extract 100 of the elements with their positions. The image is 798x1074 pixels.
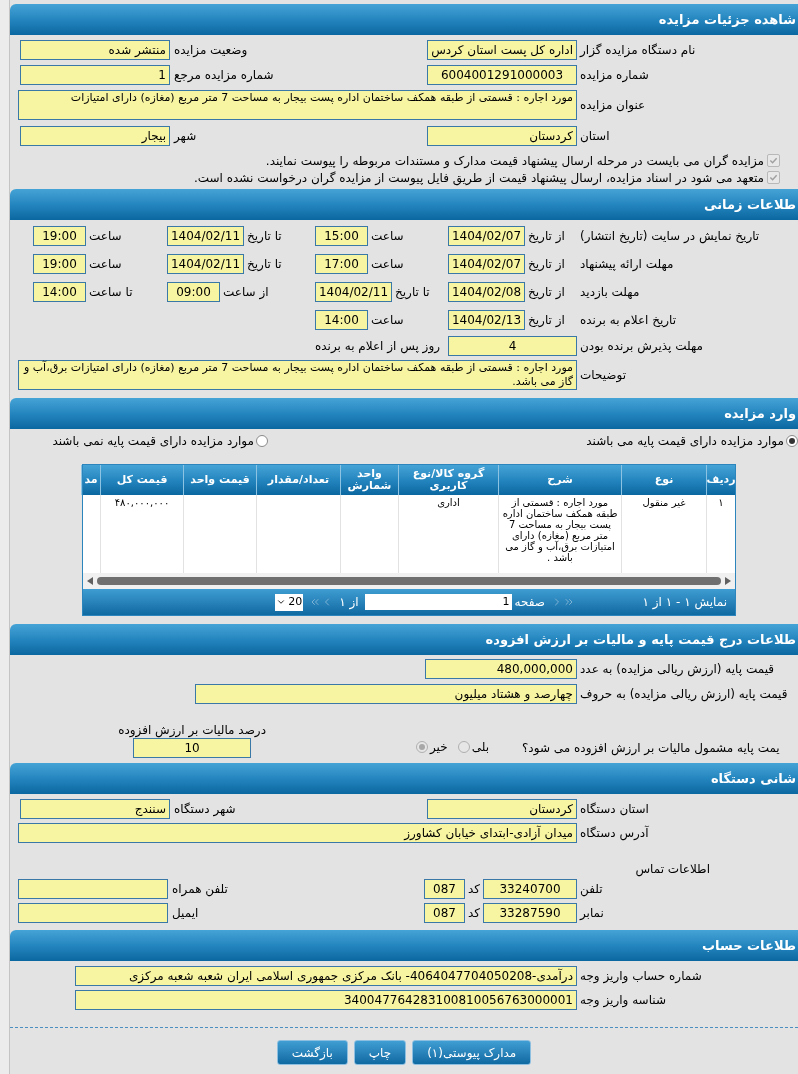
field-label: از ساعت — [222, 284, 269, 300]
field-label: کد — [467, 905, 481, 921]
text-field[interactable]: کردستان — [427, 126, 577, 146]
field-label: استان دستگاه — [579, 801, 650, 817]
text-field[interactable]: 09:00 — [167, 282, 220, 302]
text-field[interactable]: منتشر شده — [20, 40, 170, 60]
table-cell: اداری — [437, 497, 460, 508]
text-field[interactable]: سنندج — [20, 799, 170, 819]
field-label: ساعت — [88, 228, 122, 244]
table-cell: ۱ — [718, 497, 724, 508]
action-button[interactable]: مدارک پیوستی(۱) — [412, 1040, 532, 1065]
text-field[interactable]: بیجار — [20, 126, 170, 146]
text-field[interactable]: 1404/02/11 — [315, 282, 392, 302]
field-label: ساعت — [370, 312, 404, 328]
text-field[interactable]: 14:00 — [33, 282, 86, 302]
field-label: ساعت — [370, 228, 404, 244]
text-field[interactable]: درآمدی-4064047704050208- بانک مرکزی جمهوری اسلامی ایران شعبه شعبه مرکزی — [75, 966, 577, 986]
field-label: تا تاریخ — [246, 228, 282, 244]
action-button[interactable]: چاپ — [353, 1040, 407, 1065]
radio-button[interactable] — [786, 434, 798, 447]
section-title: شاهده جزئیات مزایده — [658, 10, 796, 29]
checkbox-label: متعهد می شود در اسناد مزایده، ارسال پیشنهاد قیمت از طریق فایل پیوست از مزایده گران درخواست نشده است. — [193, 169, 764, 186]
field-label: شماره مزایده — [579, 67, 650, 83]
field-label: از تاریخ — [527, 228, 565, 244]
scroll-left-icon[interactable] — [87, 577, 93, 585]
text-field[interactable]: 1404/02/07 — [448, 254, 525, 274]
field-label: مهلت پذیرش برنده بودن — [579, 338, 704, 354]
last-page-icon[interactable] — [309, 596, 322, 608]
field-label: ساعت — [370, 256, 404, 272]
pager-summary: نمایش ۱ - ۱ از ۱ — [641, 594, 727, 610]
section-title: طلاعات حساب — [702, 936, 796, 955]
area-code-field[interactable]: 087 — [424, 903, 465, 923]
field-label: ساعت — [88, 256, 122, 272]
contact-heading: اطلاعات تماس — [634, 861, 711, 877]
text-field[interactable]: 1404/02/11 — [167, 254, 244, 274]
area-code-field[interactable]: 087 — [424, 879, 465, 899]
page-size-select[interactable]: 20 — [275, 593, 304, 611]
text-field[interactable]: 6004001291000003 — [427, 65, 577, 85]
field-label: شناسه واریز وجه — [579, 992, 667, 1008]
first-page-icon[interactable] — [563, 596, 575, 608]
action-button[interactable]: بازگشت — [276, 1040, 348, 1065]
field-label: شماره حساب واریز وجه — [579, 968, 703, 984]
phone-field[interactable]: 33240700 — [483, 879, 577, 899]
section-title: طلاعات درج قیمت پایه و مالیات بر ارزش افزوده — [485, 630, 796, 650]
text-field[interactable]: اداره کل پست استان کردس — [427, 40, 577, 60]
field-label: یمت پایه مشمول مالیات بر ارزش افزوده می شود؟ — [521, 740, 781, 756]
field-label: توضیحات — [579, 367, 628, 383]
text-field[interactable] — [18, 879, 168, 899]
text-field[interactable]: 19:00 — [33, 226, 86, 246]
text-field[interactable] — [18, 903, 168, 923]
field-label: شهر — [172, 128, 198, 144]
field-label: قیمت پایه (ارزش ریالی مزایده) به حروف — [579, 686, 789, 702]
field-label: تلفن — [579, 881, 604, 897]
section-title: وارد مزایده — [724, 404, 796, 423]
subject-field[interactable]: مورد اجاره : قسمتی از طبقه همکف ساختمان اداره پست بیجار به مساحت 7 متر مربع (مغازه) دارای امتیازات — [18, 90, 577, 120]
text-field[interactable]: چهارصد و هشتاد میلیون — [195, 684, 577, 704]
field-label: تاریخ نمایش در سایت (تاریخ انتشار) — [579, 228, 761, 244]
text-field[interactable]: 15:00 — [315, 226, 368, 246]
field-label: تا ساعت — [88, 284, 133, 300]
text-field[interactable]: 14:00 — [315, 310, 368, 330]
field-label: درصد مالیات بر ارزش افزوده — [118, 722, 266, 738]
text-field[interactable]: 1404/02/11 — [167, 226, 244, 246]
phone-field[interactable]: 33287590 — [483, 903, 577, 923]
radio-button[interactable] — [457, 741, 470, 753]
description-field[interactable]: مورد اجاره : قسمتی از طبقه همکف ساختمان اداره پست بیجار به مساحت 7 متر مربع (مغازه) دارای امتیازات برق،آب و گاز می باشد. — [18, 360, 577, 390]
field-label: از تاریخ — [527, 312, 565, 328]
field-label: تلفن همراه — [171, 881, 229, 897]
field-label: نام دستگاه مزایده گزار — [578, 42, 697, 58]
radio-label: موارد مزایده دارای قیمت پایه می باشند — [586, 432, 784, 449]
radio-button[interactable] — [416, 741, 428, 753]
text-field[interactable]: 17:00 — [315, 254, 368, 274]
text-field[interactable]: میدان آزادی-ابتدای خیابان کشاورز — [18, 823, 577, 843]
radio-button[interactable] — [256, 434, 268, 447]
section-title: شانی دستگاه — [710, 769, 796, 788]
text-field[interactable]: 1404/02/08 — [448, 282, 525, 302]
text-field[interactable]: 340047764283100810056763000001 — [75, 990, 577, 1010]
radio-label: بلی — [471, 739, 489, 755]
scroll-right-icon[interactable] — [725, 577, 731, 585]
text-field[interactable]: 1404/02/07 — [448, 226, 525, 246]
text-field[interactable]: 10 — [133, 738, 252, 758]
table-cell: مورد اجاره : قسمتی از طبقه همکف ساختمان اداره پست بیجار به مساحت 7 متر مربع (مغازه) دارای امتیازات برق،آب و گاز می باشد . — [502, 497, 618, 563]
page-field[interactable]: 1 — [364, 594, 512, 610]
page-count: از ۱ — [339, 594, 359, 610]
radio-label: خیر — [430, 739, 448, 755]
field-label: مهلت ارائه پیشنهاد — [579, 256, 675, 272]
text-field[interactable]: 480,000,000 — [425, 659, 577, 679]
text-field[interactable]: 19:00 — [33, 254, 86, 274]
horizontal-scrollbar[interactable] — [83, 573, 735, 589]
text-field[interactable]: 1 — [20, 65, 170, 85]
text-field[interactable]: 1404/02/13 — [448, 310, 525, 330]
field-label: شهر دستگاه — [173, 801, 237, 817]
field-label: قیمت پایه (ارزش ریالی مزایده) به عدد — [579, 661, 775, 677]
checkbox-label: مزایده گران می بایست در مرحله ارسال پیشنهاد قیمت مدارک و مستندات مربوطه را پیوست نمایند. — [265, 152, 764, 169]
field-label: تا تاریخ — [394, 284, 430, 300]
text-field[interactable]: کردستان — [427, 799, 577, 819]
text-field[interactable]: 4 — [448, 336, 577, 356]
field-label: استان — [579, 128, 611, 144]
field-label: از تاریخ — [527, 256, 565, 272]
field-label: کد — [467, 881, 481, 897]
table-cell: غیر منقول — [642, 497, 686, 508]
